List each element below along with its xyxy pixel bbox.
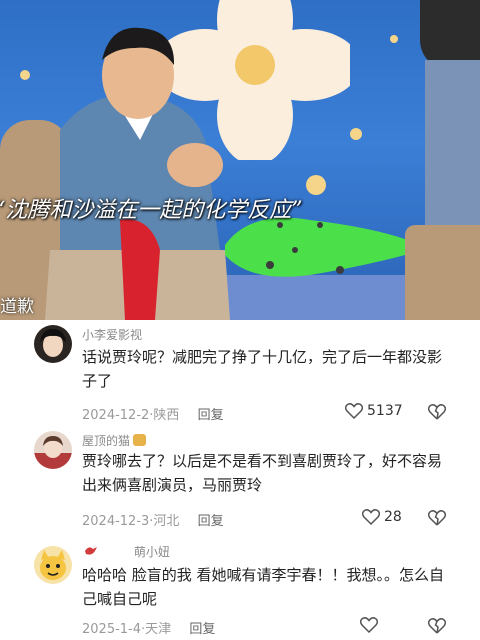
- man-figure: [45, 27, 230, 320]
- reply-button[interactable]: 回复: [189, 622, 215, 637]
- comment-username[interactable]: 萌小妞: [84, 543, 170, 560]
- decor-dot: [306, 175, 326, 195]
- comment-text: 贾玲哪去了？以后是不是看不到喜剧贾玲了，好不容易出来俩喜剧演员，马丽贾玲: [82, 452, 443, 494]
- bird-badge-icon: [85, 547, 97, 555]
- video-corner-text: 道歉: [0, 297, 34, 317]
- comment-text: 话说贾玲呢？减肥完了挣了十几亿，完了后一年都没影子了: [82, 348, 443, 390]
- reply-button[interactable]: 回复: [198, 408, 224, 423]
- comment-location: 陕西: [153, 408, 180, 423]
- video-frame[interactable]: “沈腾和沙溢在一起的化学反应” 道歉: [0, 0, 480, 320]
- comment-item: 小李爱影视 话说贾玲呢？减肥完了挣了十几亿，完了后一年都没影子了 2024-12…: [0, 320, 480, 428]
- decor-dot: [350, 128, 362, 140]
- comment-item: 屋顶的猫 贾玲哪去了？以后是不是看不到喜剧贾玲了，好不容易出来俩喜剧演员，马丽贾…: [0, 428, 480, 538]
- comment-text: 哈哈哈 脸盲的我 看她喊有请李宇春！！我想。。怎么自己喊自己呢: [82, 566, 445, 608]
- comment-username[interactable]: 屋顶的猫: [82, 432, 147, 449]
- broken-heart-icon[interactable]: [428, 618, 446, 634]
- heart-icon: [360, 617, 378, 633]
- avatar[interactable]: [34, 546, 72, 584]
- heart-icon: [362, 509, 380, 525]
- comment-meta: 2025-1-4·天津 回复: [82, 622, 216, 637]
- broken-heart-icon[interactable]: [428, 404, 446, 420]
- decor-dot: [390, 35, 398, 43]
- decor-dot: [20, 70, 30, 80]
- comment-location: 天津: [145, 622, 172, 637]
- comment-date: 2024-12-3: [82, 514, 150, 529]
- heart-icon: [345, 403, 363, 419]
- avatar[interactable]: [34, 431, 72, 469]
- like-button[interactable]: 5137: [345, 403, 403, 419]
- like-button[interactable]: [360, 617, 382, 633]
- comment-meta: 2024-12-3·河北 回复: [82, 514, 224, 529]
- right-chair: [405, 225, 480, 320]
- comment-username[interactable]: 小李爱影视: [82, 326, 142, 343]
- comment-item: 萌小妞 哈哈哈 脸盲的我 看她喊有请李宇春！！我想。。怎么自己喊自己呢 2025…: [0, 538, 480, 640]
- like-button[interactable]: 28: [362, 509, 402, 525]
- video-caption: “沈腾和沙溢在一起的化学反应”: [0, 198, 303, 223]
- comment-location: 河北: [153, 514, 180, 529]
- broken-heart-icon[interactable]: [428, 510, 446, 526]
- comment-date: 2024-12-2: [82, 408, 150, 423]
- like-count: 5137: [367, 403, 403, 419]
- like-count: 28: [384, 509, 402, 525]
- comment-list: 小李爱影视 话说贾玲呢？减肥完了挣了十几亿，完了后一年都没影子了 2024-12…: [0, 320, 480, 640]
- reply-button[interactable]: 回复: [198, 514, 224, 529]
- cat-badge-icon: [133, 434, 147, 446]
- comment-meta: 2024-12-2·陕西 回复: [82, 408, 224, 423]
- avatar[interactable]: [34, 325, 72, 363]
- comment-date: 2025-1-4: [82, 622, 142, 637]
